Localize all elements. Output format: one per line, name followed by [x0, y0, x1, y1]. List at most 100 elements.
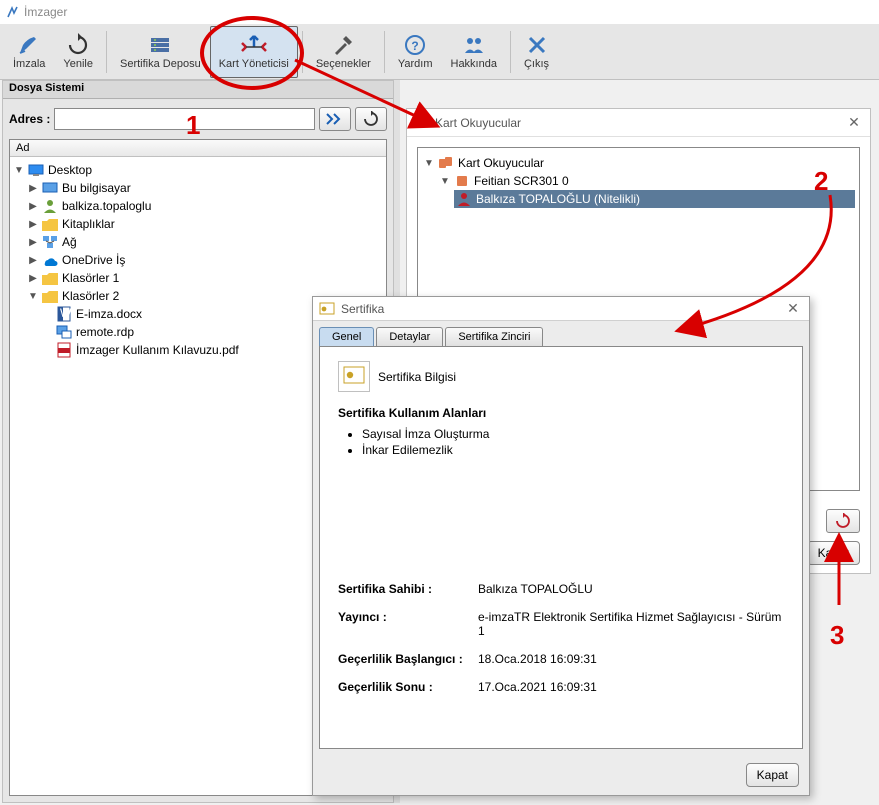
issuer-key: Yayıncı :	[338, 610, 478, 638]
certificate-icon	[319, 302, 335, 316]
tools-icon	[331, 33, 355, 57]
owner-key: Sertifika Sahibi :	[338, 582, 478, 596]
cardmgr-icon	[413, 115, 429, 131]
annotation-number-1: 1	[186, 110, 200, 141]
toolbar: İmzala Yenile Sertifika Deposu Kart Yöne…	[0, 24, 879, 80]
tab-chain[interactable]: Sertifika Zinciri	[445, 327, 543, 346]
cardmgr-icon	[241, 33, 267, 57]
tree-label: Bu bilgisayar	[62, 181, 131, 195]
person-cert-icon	[457, 192, 471, 206]
monitor-icon	[42, 182, 58, 194]
tree-label: Klasörler 2	[62, 289, 119, 303]
about-button[interactable]: Hakkında	[442, 26, 506, 78]
addr-refresh-button[interactable]	[355, 107, 387, 131]
toolbar-separator	[384, 31, 385, 73]
certificate-titlebar: Sertifika ✕	[313, 297, 809, 321]
validity-end-key: Geçerlilik Sonu :	[338, 680, 478, 694]
certificate-window: Sertifika ✕ Genel Detaylar Sertifika Zin…	[312, 296, 810, 796]
annotation-number-2: 2	[814, 166, 828, 197]
titlebar: İmzager	[0, 0, 879, 24]
certificate-tabs: Genel Detaylar Sertifika Zinciri	[313, 321, 809, 346]
double-chevron-icon	[326, 113, 344, 125]
folder-icon	[42, 218, 58, 231]
refresh-icon	[66, 33, 90, 57]
validity-end-value: 17.Oca.2021 16:09:31	[478, 680, 784, 694]
refresh-label: Yenile	[63, 58, 93, 70]
owner-value: Balkıza TOPALOĞLU	[478, 582, 784, 596]
tree-node-thispc[interactable]: ▶Bu bilgisayar	[26, 179, 384, 197]
cardmgr-label: Kart Yöneticisi	[219, 58, 289, 70]
svg-text:W: W	[60, 306, 71, 320]
address-input[interactable]	[54, 108, 315, 130]
tree-label: Ağ	[62, 235, 77, 249]
filesystem-panel-title: Dosya Sistemi	[3, 81, 393, 99]
readers-close-button[interactable]: Kapat	[807, 541, 860, 565]
svg-text:?: ?	[412, 39, 419, 53]
go-button[interactable]	[319, 107, 351, 131]
folder-icon	[42, 272, 58, 285]
certificate-general-body: Sertifika Bilgisi Sertifika Kullanım Ala…	[319, 346, 803, 749]
options-button[interactable]: Seçenekler	[307, 26, 380, 78]
pen-icon	[17, 33, 41, 57]
app-icon	[6, 5, 20, 19]
app-title: İmzager	[24, 5, 67, 19]
tree-node-network[interactable]: ▶Ağ	[26, 233, 384, 251]
tree-header[interactable]: Ad	[10, 140, 386, 157]
card-readers-title: Kart Okuyucular	[435, 116, 838, 130]
exit-icon	[525, 33, 549, 57]
usage-item: Sayısal İmza Oluşturma	[362, 426, 784, 442]
tree-node-folder1[interactable]: ▶Klasörler 1	[26, 269, 384, 287]
tab-general[interactable]: Genel	[319, 327, 374, 346]
readers-refresh-button[interactable]	[826, 509, 860, 533]
word-icon: W	[57, 306, 71, 322]
tree-label: balkiza.topaloglu	[62, 199, 151, 213]
tree-label: Klasörler 1	[62, 271, 119, 285]
certificate-info-label: Sertifika Bilgisi	[378, 370, 456, 384]
certstore-icon	[148, 33, 172, 57]
sign-button[interactable]: İmzala	[4, 26, 54, 78]
about-label: Hakkında	[451, 58, 497, 70]
refresh-button[interactable]: Yenile	[54, 26, 102, 78]
reader-icon	[455, 174, 469, 188]
tree-node-desktop[interactable]: ▼Desktop	[12, 161, 384, 179]
tree-label: remote.rdp	[76, 325, 134, 339]
certificate-info-icon	[338, 361, 370, 392]
sign-label: İmzala	[13, 58, 45, 70]
reader-node[interactable]: ▼Feitian SCR301 0	[438, 172, 855, 190]
help-icon: ?	[403, 33, 427, 57]
exit-button[interactable]: Çıkış	[515, 26, 558, 78]
readers-icon	[438, 156, 454, 170]
certificate-node[interactable]: Balkıza TOPALOĞLU (Nitelikli)	[454, 190, 855, 208]
annotation-number-3: 3	[830, 620, 844, 651]
validity-start-key: Geçerlilik Başlangıcı :	[338, 652, 478, 666]
refresh-icon	[363, 111, 379, 127]
rdp-icon	[56, 325, 72, 339]
cloud-icon	[42, 255, 58, 266]
tree-label: Feitian SCR301 0	[474, 174, 569, 188]
tab-details[interactable]: Detaylar	[376, 327, 443, 346]
tree-label: Desktop	[48, 163, 92, 177]
validity-start-value: 18.Oca.2018 16:09:31	[478, 652, 784, 666]
tree-node-user[interactable]: ▶balkiza.topaloglu	[26, 197, 384, 215]
help-button[interactable]: ? Yardım	[389, 26, 442, 78]
help-label: Yardım	[398, 58, 433, 70]
close-button[interactable]: ✕	[783, 299, 803, 319]
address-label: Adres :	[9, 112, 50, 126]
cardmgr-button[interactable]: Kart Yöneticisi	[210, 26, 298, 78]
tree-label: E-imza.docx	[76, 307, 142, 321]
pdf-icon	[57, 342, 71, 358]
readers-root-node[interactable]: ▼Kart Okuyucular	[422, 154, 855, 172]
options-label: Seçenekler	[316, 58, 371, 70]
tree-label: İmzager Kullanım Kılavuzu.pdf	[76, 343, 239, 357]
close-button[interactable]: ✕	[844, 113, 864, 133]
usage-header: Sertifika Kullanım Alanları	[338, 406, 784, 420]
tree-node-libraries[interactable]: ▶Kitaplıklar	[26, 215, 384, 233]
card-readers-titlebar: Kart Okuyucular ✕	[407, 109, 870, 137]
toolbar-separator	[106, 31, 107, 73]
toolbar-separator	[302, 31, 303, 73]
monitor-icon	[28, 164, 44, 176]
tree-node-onedrive[interactable]: ▶OneDrive İş	[26, 251, 384, 269]
refresh-icon	[835, 513, 851, 529]
certificate-close-button[interactable]: Kapat	[746, 763, 799, 787]
certstore-button[interactable]: Sertifika Deposu	[111, 26, 210, 78]
